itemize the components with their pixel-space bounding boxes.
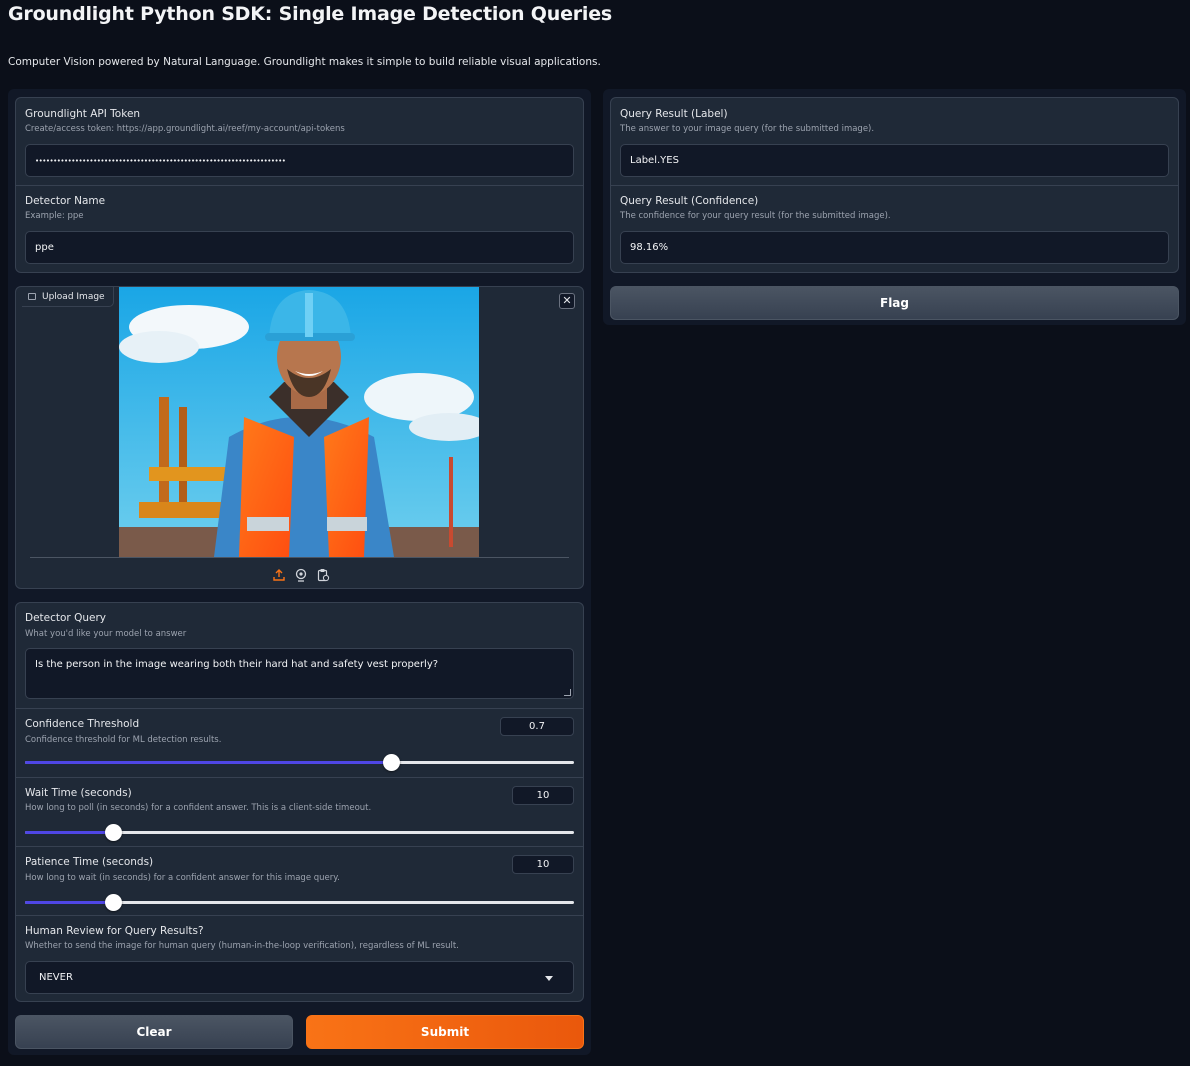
patience-time-info: How long to wait (in seconds) for a conf… — [25, 873, 340, 883]
confidence-slider-thumb[interactable] — [383, 754, 401, 771]
input-column: Groundlight API Token Create/access toke… — [8, 89, 591, 1055]
result-label-title: Query Result (Label) — [620, 108, 728, 120]
clear-button[interactable]: Clear — [15, 1015, 293, 1049]
wait-time-slider-thumb[interactable] — [105, 824, 123, 841]
human-review-info: Whether to send the image for human quer… — [25, 941, 459, 951]
detector-name-input[interactable]: ppe — [25, 231, 574, 264]
patience-time-slider-fill — [25, 901, 114, 904]
upload-image-tab: Upload Image — [22, 287, 114, 307]
resize-handle-icon[interactable] — [564, 689, 571, 696]
confidence-info: Confidence threshold for ML detection re… — [25, 735, 222, 745]
human-review-dropdown[interactable]: NEVER — [25, 961, 574, 994]
result-label-row: Query Result (Label) The answer to your … — [611, 98, 1178, 185]
flag-button[interactable]: Flag — [610, 286, 1179, 320]
wait-time-slider-fill — [25, 831, 114, 834]
result-confidence-output: 98.16% — [620, 231, 1169, 264]
output-column: Query Result (Label) The answer to your … — [603, 89, 1186, 325]
human-review-row: Human Review for Query Results? Whether … — [16, 915, 583, 1002]
patience-time-label: Patience Time (seconds) — [25, 856, 154, 868]
upload-image-label: Upload Image — [42, 291, 105, 302]
api-token-row: Groundlight API Token Create/access toke… — [16, 98, 583, 185]
credentials-group: Groundlight API Token Create/access toke… — [15, 97, 584, 273]
result-label-output: Label.YES — [620, 144, 1169, 177]
api-token-label: Groundlight API Token — [25, 108, 141, 120]
result-confidence-title: Query Result (Confidence) — [620, 195, 759, 207]
app-page: Groundlight Python SDK: Single Image Det… — [0, 0, 1190, 1066]
detector-name-info: Example: ppe — [25, 211, 84, 221]
upload-icon[interactable] — [272, 567, 286, 581]
clear-image-button[interactable]: ✕ — [559, 293, 575, 309]
result-label-info: The answer to your image query (for the … — [620, 124, 875, 134]
confidence-number-input[interactable]: 0.7 — [500, 717, 574, 736]
clipboard-icon[interactable] — [316, 567, 330, 582]
page-subtitle: Computer Vision powered by Natural Langu… — [8, 56, 601, 68]
webcam-icon[interactable] — [294, 567, 308, 582]
patience-time-number-input[interactable]: 10 — [512, 855, 574, 874]
result-confidence-info: The confidence for your query result (fo… — [620, 211, 891, 221]
detector-query-label: Detector Query — [25, 612, 107, 624]
patience-time-row: Patience Time (seconds) 10 How long to w… — [16, 846, 583, 915]
wait-time-row: Wait Time (seconds) 10 How long to poll … — [16, 777, 583, 846]
confidence-row: Confidence Threshold 0.7 Confidence thre… — [16, 708, 583, 777]
patience-time-slider-thumb[interactable] — [105, 894, 123, 911]
submit-button[interactable]: Submit — [306, 1015, 584, 1049]
page-title: Groundlight Python SDK: Single Image Det… — [8, 3, 613, 25]
detector-query-text: Is the person in the image wearing both … — [35, 659, 439, 670]
detector-query-info: What you'd like your model to answer — [25, 629, 187, 639]
result-confidence-row: Query Result (Confidence) The confidence… — [611, 185, 1178, 273]
api-token-info: Create/access token: https://app.groundl… — [25, 124, 345, 134]
results-group: Query Result (Label) The answer to your … — [610, 97, 1179, 273]
human-review-selected: NEVER — [39, 972, 73, 983]
detector-query-row: Detector Query What you'd like your mode… — [16, 603, 583, 708]
toolbar-divider — [30, 557, 569, 558]
patience-time-slider[interactable] — [25, 894, 574, 911]
human-review-label: Human Review for Query Results? — [25, 925, 204, 937]
wait-time-number-input[interactable]: 10 — [512, 786, 574, 805]
dropdown-arrow-icon — [545, 976, 553, 981]
detector-name-row: Detector Name Example: ppe ppe — [16, 185, 583, 273]
detector-query-input[interactable]: Is the person in the image wearing both … — [25, 648, 574, 699]
query-settings-group: Detector Query What you'd like your mode… — [15, 602, 584, 1002]
detector-name-label: Detector Name — [25, 195, 106, 207]
api-token-input[interactable]: ••••••••••••••••••••••••••••••••••••••••… — [25, 144, 574, 177]
image-source-toolbar — [272, 567, 332, 582]
confidence-slider-fill — [25, 761, 392, 764]
wait-time-slider[interactable] — [25, 824, 574, 841]
wait-time-info: How long to poll (in seconds) for a conf… — [25, 803, 372, 813]
confidence-slider[interactable] — [25, 754, 574, 771]
image-upload[interactable]: Upload Image ✕ — [15, 286, 584, 589]
uploaded-image — [119, 287, 479, 557]
confidence-label: Confidence Threshold — [25, 718, 140, 730]
image-icon — [28, 293, 36, 300]
wait-time-label: Wait Time (seconds) — [25, 787, 132, 799]
